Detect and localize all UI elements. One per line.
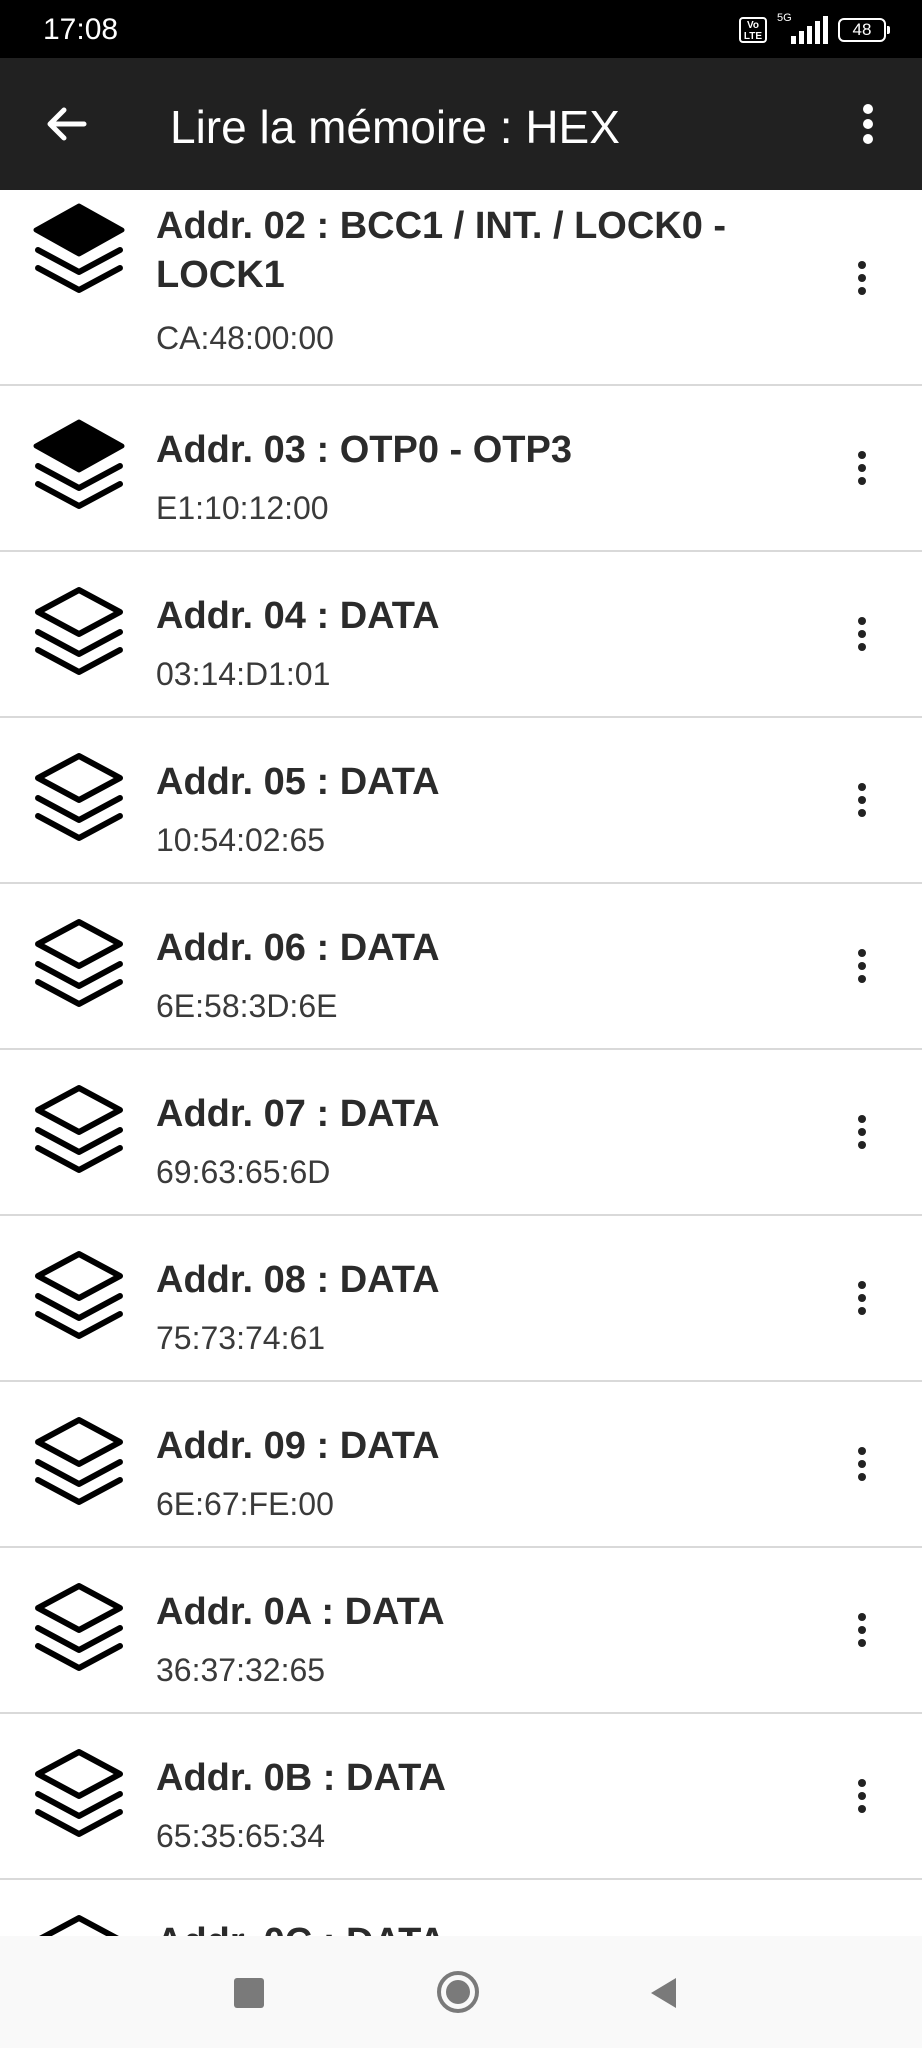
memory-list-item[interactable]: Addr. 05 : DATA 10:54:02:65 — [0, 718, 922, 884]
layers-outline-icon — [32, 1746, 126, 1842]
more-vert-icon — [858, 451, 866, 485]
item-title: Addr. 02 : BCC1 / INT. / LOCK0 - LOCK1 — [156, 205, 727, 296]
more-vert-icon — [858, 783, 866, 817]
more-vert-icon — [858, 1447, 866, 1481]
network-type: 5G — [777, 12, 792, 24]
item-value: 03:14:D1:01 — [156, 656, 331, 692]
item-title: Addr. 0A : DATA — [156, 1591, 445, 1633]
battery-icon: 48 — [838, 18, 890, 42]
status-time: 17:08 — [43, 13, 119, 46]
item-value: 65:35:65:34 — [156, 1818, 326, 1854]
item-title: Addr. 05 : DATA — [156, 761, 440, 803]
more-vert-icon — [858, 949, 866, 983]
item-title: Addr. 07 : DATA — [156, 1093, 440, 1135]
recents-button[interactable] — [234, 1978, 264, 2008]
item-title: Addr. 0B : DATA — [156, 1757, 446, 1799]
item-menu-button[interactable] — [838, 1434, 886, 1494]
memory-list-item[interactable]: Addr. 06 : DATA 6E:58:3D:6E — [0, 884, 922, 1050]
signal-icon: 5G — [777, 12, 828, 44]
item-menu-button[interactable] — [838, 1102, 886, 1162]
volte-icon: Vo LTE — [739, 17, 767, 43]
memory-list-item[interactable]: Addr. 08 : DATA 75:73:74:61 — [0, 1216, 922, 1382]
item-value: 6E:67:FE:00 — [156, 1486, 334, 1522]
status-bar: 17:08 Vo LTE 5G 48 — [0, 0, 922, 58]
more-vert-icon — [858, 1115, 866, 1149]
layers-filled-icon — [32, 418, 126, 514]
item-value: 69:63:65:6D — [156, 1154, 331, 1190]
item-menu-button[interactable] — [838, 936, 886, 996]
item-value: 36:37:32:65 — [156, 1652, 326, 1688]
item-menu-button[interactable] — [838, 438, 886, 498]
layers-outline-icon — [32, 584, 126, 680]
memory-list-item[interactable]: Addr. 04 : DATA 03:14:D1:01 — [0, 552, 922, 718]
item-value: 6E:58:3D:6E — [156, 988, 338, 1024]
more-vert-icon — [858, 261, 866, 295]
memory-list-item[interactable]: Addr. 0A : DATA 36:37:32:65 — [0, 1548, 922, 1714]
item-title: Addr. 0C : DATA — [156, 1918, 812, 1936]
item-value: CA:48:00:00 — [156, 320, 334, 356]
layers-filled-icon — [32, 202, 126, 298]
item-menu-button[interactable] — [838, 1766, 886, 1826]
item-title: Addr. 06 : DATA — [156, 927, 440, 969]
layers-outline-icon — [32, 1414, 126, 1510]
item-value: E1:10:12:00 — [156, 490, 329, 526]
more-vert-icon — [858, 1613, 866, 1647]
status-icons: Vo LTE 5G 48 — [739, 12, 890, 46]
item-menu-button[interactable] — [838, 1268, 886, 1328]
memory-list-item[interactable]: Addr. 07 : DATA 69:63:65:6D — [0, 1050, 922, 1216]
page-title: Lire la mémoire : HEX — [170, 101, 620, 153]
more-vert-icon — [858, 1281, 866, 1315]
app-bar: Lire la mémoire : HEX — [0, 58, 922, 190]
layers-outline-icon — [32, 1082, 126, 1178]
overflow-menu-button[interactable] — [838, 94, 898, 154]
layers-outline-icon — [32, 1248, 126, 1344]
item-menu-button[interactable] — [838, 248, 886, 308]
more-vert-icon — [863, 104, 873, 144]
item-title: Addr. 03 : OTP0 - OTP3 — [156, 429, 572, 471]
home-button[interactable] — [436, 1970, 480, 2014]
item-menu-button[interactable] — [838, 1600, 886, 1660]
back-button[interactable] — [36, 94, 96, 154]
memory-list-item[interactable]: Addr. 03 : OTP0 - OTP3 E1:10:12:00 — [0, 386, 922, 552]
memory-list-item[interactable]: Addr. 0C : DATA — [0, 1880, 922, 1936]
arrow-left-icon — [47, 107, 87, 141]
system-nav-bar — [0, 1936, 922, 2048]
layers-outline-icon — [32, 1580, 126, 1676]
item-title: Addr. 08 : DATA — [156, 1259, 440, 1301]
item-title: Addr. 09 : DATA — [156, 1425, 440, 1467]
memory-list-item[interactable]: Addr. 0B : DATA 65:35:65:34 — [0, 1714, 922, 1880]
memory-list-item[interactable]: Addr. 09 : DATA 6E:67:FE:00 — [0, 1382, 922, 1548]
item-title: Addr. 04 : DATA — [156, 595, 440, 637]
memory-list-item[interactable]: Addr. 02 : BCC1 / INT. / LOCK0 - LOCK1 CA… — [0, 190, 922, 386]
layers-outline-icon — [32, 750, 126, 846]
item-value: 10:54:02:65 — [156, 822, 326, 858]
system-back-button[interactable] — [648, 1976, 678, 2010]
layers-outline-icon — [32, 1912, 126, 1936]
more-vert-icon — [858, 617, 866, 651]
memory-list[interactable]: Addr. 02 : BCC1 / INT. / LOCK0 - LOCK1 CA… — [0, 190, 922, 1936]
item-value: 75:73:74:61 — [156, 1320, 326, 1356]
item-menu-button[interactable] — [838, 604, 886, 664]
layers-outline-icon — [32, 916, 126, 1012]
battery-level: 48 — [852, 20, 872, 39]
item-menu-button[interactable] — [838, 770, 886, 830]
more-vert-icon — [858, 1779, 866, 1813]
